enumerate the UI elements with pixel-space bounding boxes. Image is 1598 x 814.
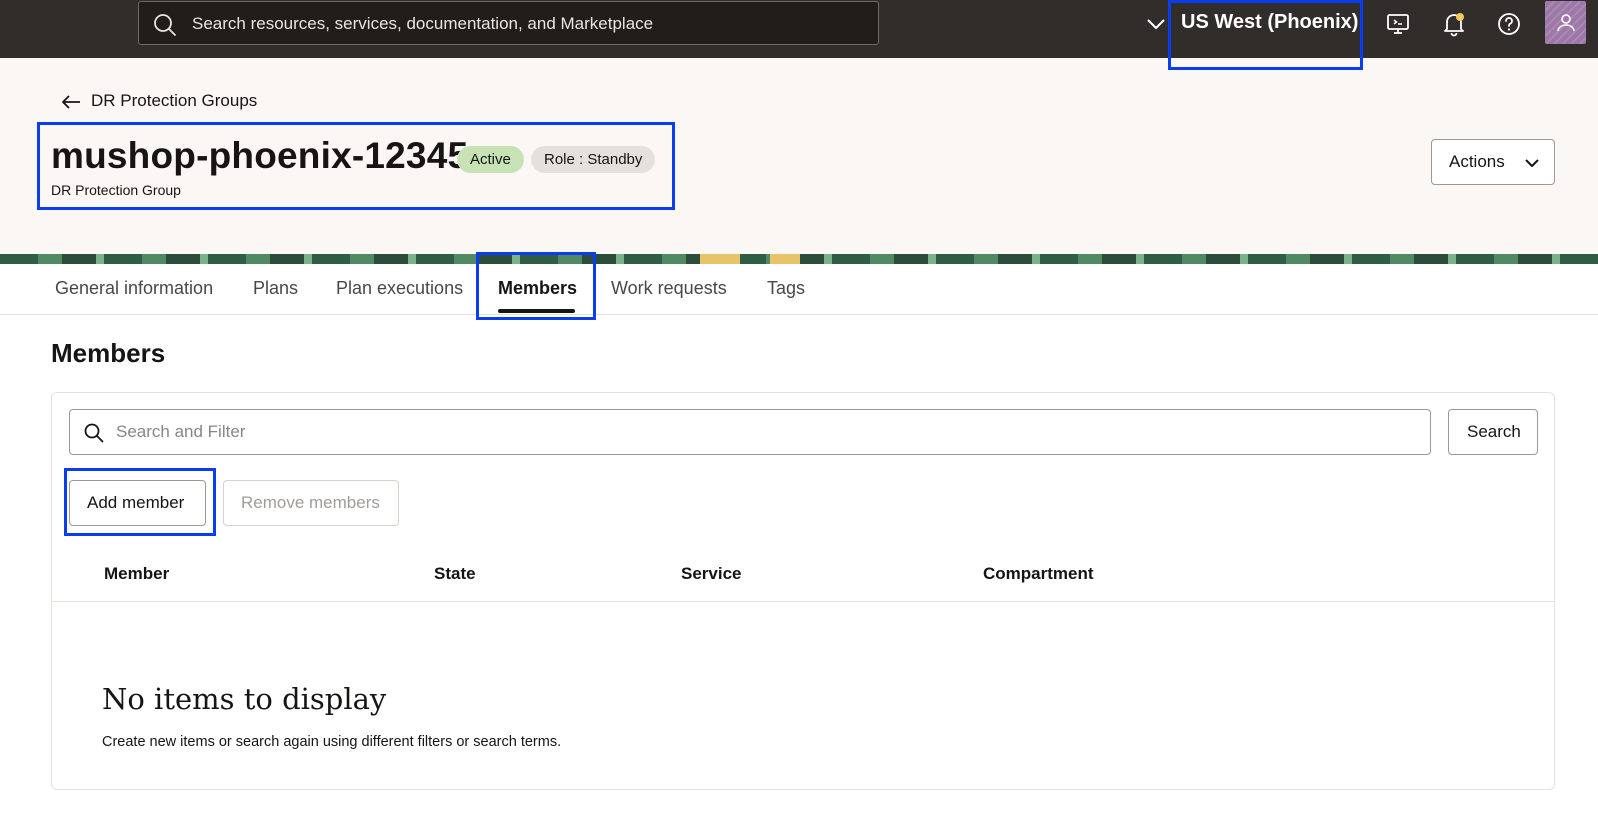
add-member-button[interactable]: Add member bbox=[69, 480, 206, 526]
search-icon bbox=[154, 14, 176, 36]
table-header-divider bbox=[52, 601, 1554, 602]
chevron-down-icon bbox=[1525, 159, 1539, 167]
tab-tags[interactable]: Tags bbox=[767, 278, 805, 299]
global-search-placeholder: Search resources, services, documentatio… bbox=[192, 14, 654, 33]
top-navigation-bar: Search resources, services, documentatio… bbox=[0, 0, 1598, 58]
add-member-label: Add member bbox=[87, 493, 185, 512]
region-selector[interactable]: US West (Phoenix) bbox=[1181, 11, 1358, 34]
chevron-down-icon[interactable] bbox=[1146, 14, 1166, 34]
actions-label: Actions bbox=[1449, 152, 1505, 171]
decorative-banner bbox=[0, 254, 1598, 264]
empty-state-text: Create new items or search again using d… bbox=[102, 734, 562, 750]
tab-general-information[interactable]: General information bbox=[55, 278, 213, 299]
remove-members-button[interactable]: Remove members bbox=[223, 480, 399, 526]
search-button-label: Search bbox=[1467, 422, 1521, 441]
user-icon bbox=[1557, 14, 1575, 32]
status-badge: Active bbox=[457, 146, 524, 173]
back-arrow-icon bbox=[62, 95, 80, 109]
actions-button[interactable]: Actions bbox=[1431, 139, 1555, 185]
column-header-member[interactable]: Member bbox=[104, 564, 169, 584]
tab-members[interactable]: Members bbox=[498, 278, 577, 299]
filter-search-icon bbox=[84, 423, 104, 443]
page-subtitle: DR Protection Group bbox=[51, 182, 181, 198]
breadcrumb-label: DR Protection Groups bbox=[91, 91, 258, 110]
avatar[interactable] bbox=[1545, 1, 1586, 44]
tab-work-requests[interactable]: Work requests bbox=[611, 278, 727, 299]
active-tab-indicator bbox=[498, 309, 575, 313]
banner-accent bbox=[700, 254, 740, 264]
search-button[interactable]: Search bbox=[1448, 409, 1538, 455]
column-header-state[interactable]: State bbox=[434, 564, 476, 584]
search-filter-input[interactable]: Search and Filter bbox=[69, 409, 1431, 455]
cloud-shell-icon[interactable] bbox=[1385, 11, 1411, 37]
role-badge: Role : Standby bbox=[531, 146, 656, 173]
remove-members-label: Remove members bbox=[241, 493, 380, 512]
breadcrumb[interactable]: DR Protection Groups bbox=[61, 91, 257, 111]
page-title: mushop-phoenix-12345 bbox=[51, 135, 469, 176]
tab-plan-executions[interactable]: Plan executions bbox=[336, 278, 463, 299]
column-header-service[interactable]: Service bbox=[681, 564, 742, 584]
global-search-input[interactable]: Search resources, services, documentatio… bbox=[138, 1, 879, 45]
empty-state-title: No items to display bbox=[102, 682, 387, 716]
section-title: Members bbox=[51, 338, 166, 368]
filter-placeholder: Search and Filter bbox=[116, 422, 246, 441]
help-icon[interactable] bbox=[1496, 11, 1522, 37]
banner-accent bbox=[770, 254, 800, 264]
tab-plans[interactable]: Plans bbox=[253, 278, 298, 299]
tab-bar: General information Plans Plan execution… bbox=[0, 264, 1598, 315]
bell-icon[interactable] bbox=[1441, 11, 1467, 37]
column-header-compartment[interactable]: Compartment bbox=[983, 564, 1094, 584]
